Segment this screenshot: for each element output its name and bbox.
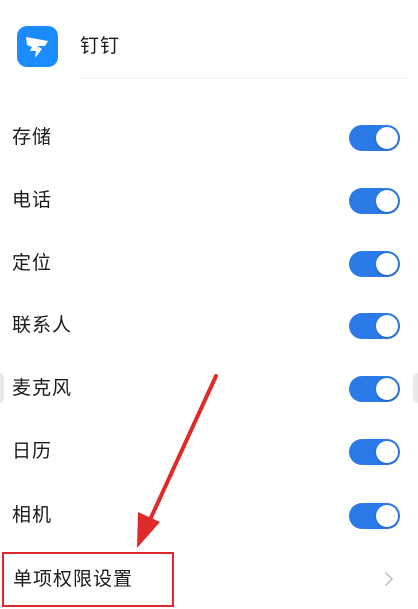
toggle-knob [376, 315, 398, 337]
edge-handle-left [0, 373, 4, 403]
contacts-toggle[interactable] [349, 313, 400, 339]
calendar-toggle[interactable] [349, 439, 400, 465]
permission-label: 定位 [12, 252, 53, 274]
permission-label: 电话 [12, 189, 53, 211]
phone-toggle[interactable] [349, 188, 400, 214]
permission-row-camera: 相机 [0, 484, 418, 547]
app-header: 钉钉 [0, 0, 418, 90]
toggle-knob [376, 253, 398, 275]
camera-toggle[interactable] [349, 503, 400, 529]
location-toggle[interactable] [349, 251, 400, 277]
single-permission-settings-row[interactable]: 单项权限设置 [2, 552, 418, 609]
permission-row-storage: 存储 [0, 106, 418, 169]
permission-row-calendar: 日历 [0, 420, 418, 483]
toggle-knob [376, 441, 398, 463]
single-permission-settings-label: 单项权限设置 [13, 568, 134, 590]
chevron-right-icon [385, 572, 393, 586]
header-divider [80, 78, 408, 79]
permission-label: 麦克风 [12, 377, 73, 399]
toggle-knob [376, 378, 398, 400]
permission-row-contacts: 联系人 [0, 294, 418, 357]
toggle-knob [376, 190, 398, 212]
permission-row-phone: 电话 [0, 169, 418, 232]
permission-label: 存储 [12, 126, 53, 148]
permission-label: 联系人 [12, 314, 73, 336]
app-name: 钉钉 [80, 35, 121, 57]
edge-handle-right [413, 373, 418, 403]
permission-label: 相机 [12, 504, 53, 526]
storage-toggle[interactable] [349, 125, 400, 151]
toggle-knob [376, 127, 398, 149]
permission-label: 日历 [12, 440, 53, 462]
microphone-toggle[interactable] [349, 376, 400, 402]
dingtalk-logo-icon [17, 26, 58, 67]
permission-row-location: 定位 [0, 232, 418, 295]
toggle-knob [376, 505, 398, 527]
permission-row-microphone: 麦克风 [0, 357, 418, 420]
